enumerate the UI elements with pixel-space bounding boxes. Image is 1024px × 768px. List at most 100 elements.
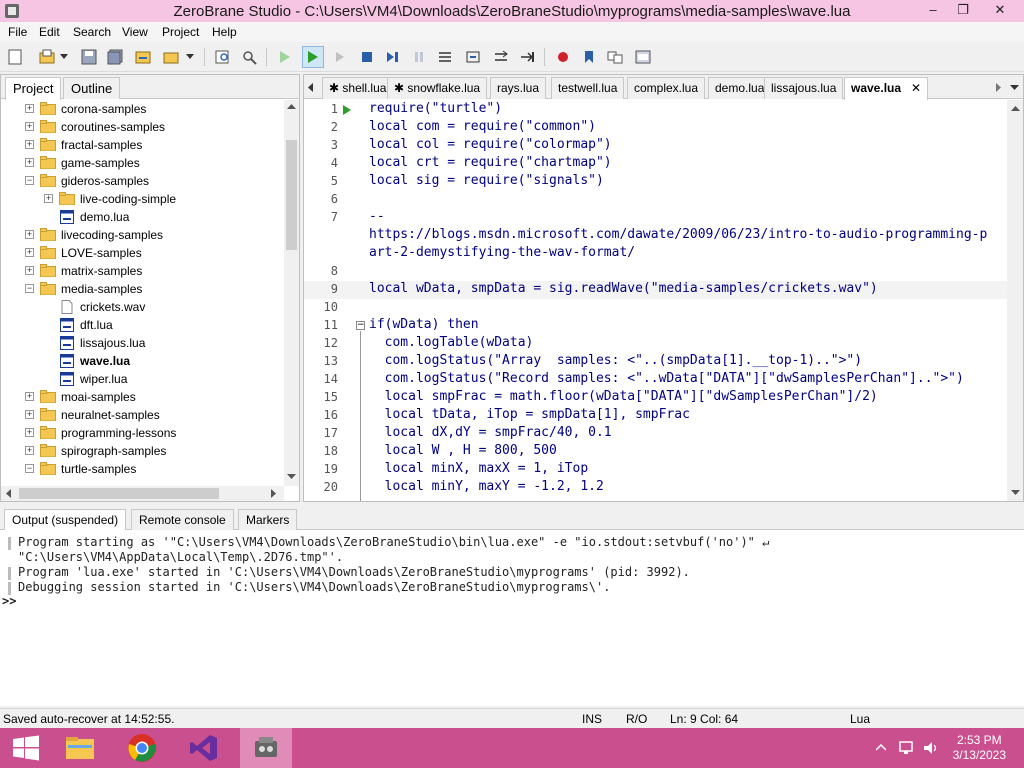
tree-item[interactable]: + game-samples [1,154,284,172]
scroll-up-icon[interactable] [1011,106,1020,112]
chrome-taskbar-button[interactable] [116,728,168,768]
project-tree-vertical-scrollbar[interactable] [284,100,299,486]
scroll-down-icon[interactable] [287,474,296,480]
editor-tab[interactable]: testwell.lua [551,77,625,99]
output-panel[interactable]: Program starting as '"C:\Users\VM4\Downl… [0,530,1024,706]
pause-icon[interactable] [410,48,428,66]
expand-icon[interactable]: + [25,230,34,239]
save-icon[interactable] [80,48,98,66]
project-directory-icon[interactable] [134,48,152,66]
menu-help[interactable]: Help [212,25,237,39]
commandbar-icon[interactable] [606,48,624,66]
tab-project[interactable]: Project [5,77,62,100]
expand-icon[interactable]: + [25,266,34,275]
editor-tab[interactable]: rays.lua [490,77,547,99]
expand-icon[interactable]: + [25,428,34,437]
code-line[interactable]: 7 -- [304,209,1007,227]
tree-item[interactable]: demo.lua [1,208,284,226]
step-over-icon[interactable] [436,48,454,66]
scroll-up-icon[interactable] [287,104,296,110]
expand-icon[interactable]: + [25,122,34,131]
tree-item[interactable]: + moai-samples [1,388,284,406]
save-all-icon[interactable] [106,48,124,66]
scrollbar-thumb[interactable] [19,488,219,499]
code-line[interactable]: 17 local dX,dY = smpFrac/40, 0.1 [304,425,1007,443]
bookmark-icon[interactable] [580,48,598,66]
stack-icon[interactable] [518,48,536,66]
code-line[interactable]: 9 local wData, smpData = sig.readWave("me… [304,281,1007,299]
tree-item[interactable]: dft.lua [1,316,284,334]
expand-icon[interactable]: + [44,194,53,203]
editor-tab[interactable]: lissajous.lua [764,77,844,99]
expand-icon[interactable]: + [25,248,34,257]
find-icon[interactable] [214,48,232,66]
tabs-scroll-left-icon[interactable] [308,83,314,92]
step-into-icon[interactable] [384,48,402,66]
tab-output[interactable]: Output (suspended) [4,509,127,530]
maximize-button[interactable]: ❐ [948,0,978,20]
tree-item[interactable]: crickets.wav [1,298,284,316]
expand-icon[interactable]: + [25,140,34,149]
start-debug-icon[interactable] [276,48,294,66]
tree-item[interactable]: + neuralnet-samples [1,406,284,424]
scroll-left-icon[interactable] [6,489,12,498]
expand-icon[interactable]: + [25,446,34,455]
code-line[interactable]: 16 local tData, iTop = smpData[1], smpFr… [304,407,1007,425]
tree-item[interactable]: lissajous.lua [1,334,284,352]
zerobrane-taskbar-button[interactable] [240,728,292,768]
show-hidden-icons-icon[interactable] [876,744,886,751]
volume-icon[interactable] [922,740,938,756]
expand-icon[interactable]: + [25,104,34,113]
scrollbar-thumb[interactable] [286,140,297,250]
tree-item[interactable]: + fractal-samples [1,136,284,154]
system-clock[interactable]: 2:53 PM 3/13/2023 [953,733,1006,763]
tree-item[interactable]: + corona-samples [1,100,284,118]
step-out-icon[interactable] [464,48,482,66]
console-icon[interactable] [634,48,652,66]
code-area[interactable]: 1 require("turtle") 2 local com = require("… [304,100,1007,501]
fold-collapse-icon[interactable]: − [356,321,365,330]
tree-item[interactable]: − gideros-samples [1,172,284,190]
tab-outline[interactable]: Outline [63,77,121,99]
code-line[interactable]: 18 local W , H = 800, 500 [304,443,1007,461]
project-dropdown-icon[interactable] [184,48,196,66]
tree-item[interactable]: + live-coding-simple [1,190,284,208]
project-tree-horizontal-scrollbar[interactable] [1,486,284,501]
editor-tab[interactable]: wave.lua ✕ [844,77,929,100]
code-line[interactable]: 14 com.logStatus("Record samples: <"..wD… [304,371,1007,389]
code-line[interactable]: 5 local sig = require("signals") [304,173,1007,191]
minimize-button[interactable]: – [918,0,948,20]
network-icon[interactable] [898,740,914,756]
tab-remote-console[interactable]: Remote console [131,509,234,530]
menu-edit[interactable]: Edit [39,25,60,39]
tree-item[interactable]: + LOVE-samples [1,244,284,262]
tree-item[interactable]: wiper.lua [1,370,284,388]
code-line[interactable]: art-2-demystifying-the-wav-format/ [304,245,1007,263]
console-prompt[interactable]: >> [2,594,16,608]
open-dropdown-icon[interactable] [58,48,70,66]
menu-search[interactable]: Search [73,25,111,39]
scroll-right-icon[interactable] [271,489,277,498]
watch-icon[interactable] [492,48,510,66]
tabs-list-dropdown-icon[interactable] [1010,85,1019,91]
code-line[interactable]: 8 [304,263,1007,281]
code-line[interactable]: 1 require("turtle") [304,101,1007,119]
editor-tab[interactable]: demo.lua [708,77,772,99]
visual-studio-taskbar-button[interactable] [178,728,230,768]
collapse-icon[interactable]: − [25,176,34,185]
menu-project[interactable]: Project [162,25,199,39]
code-line[interactable]: 4 local crt = require("chartmap") [304,155,1007,173]
tree-item[interactable]: − media-samples [1,280,284,298]
run-icon[interactable] [302,46,324,68]
tree-item[interactable]: + programming-lessons [1,424,284,442]
stop-icon[interactable] [358,48,376,66]
code-line[interactable]: 11 if(wData) then [304,317,1007,335]
close-tab-icon[interactable]: ✕ [911,81,921,95]
code-line[interactable]: https://blogs.msdn.microsoft.com/dawate/… [304,227,1007,245]
code-line[interactable]: 10 [304,299,1007,317]
open-file-icon[interactable] [38,48,56,66]
replace-icon[interactable] [240,48,258,66]
expand-icon[interactable]: + [25,158,34,167]
expand-icon[interactable]: + [25,392,34,401]
code-line[interactable]: 3 local col = require("colormap") [304,137,1007,155]
